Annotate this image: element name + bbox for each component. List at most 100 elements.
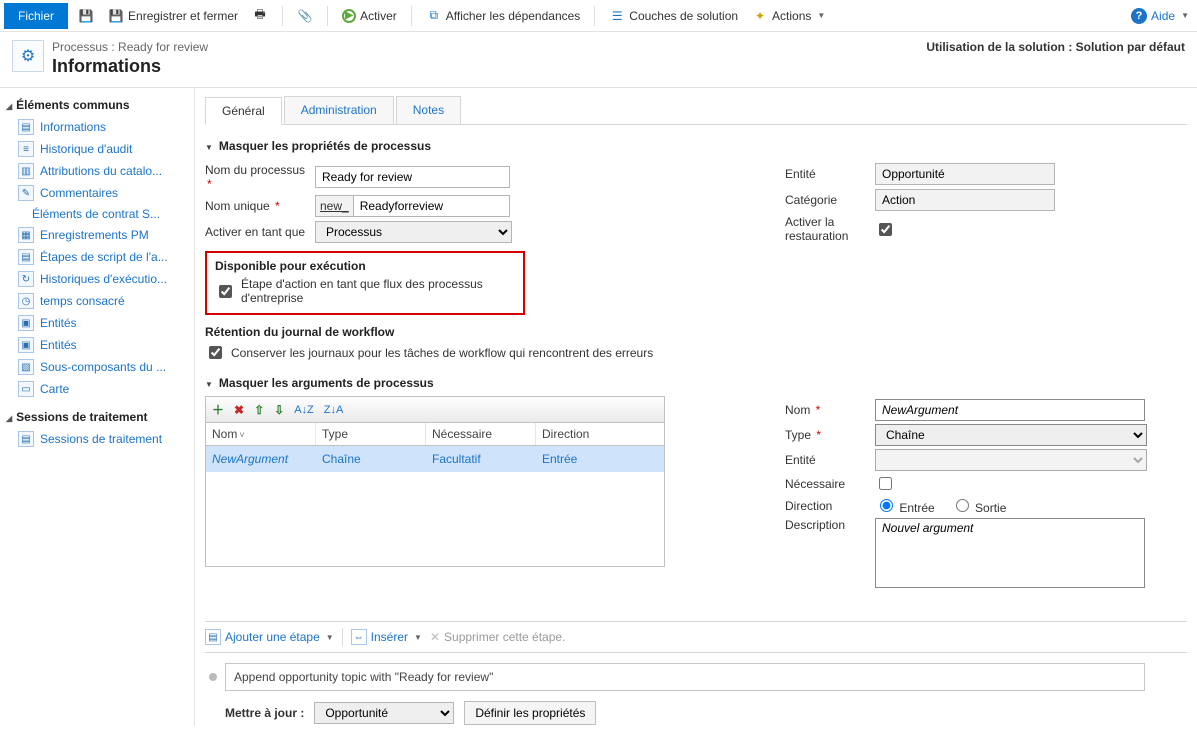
- restore-checkbox[interactable]: [879, 223, 892, 236]
- update-select[interactable]: Opportunité: [314, 702, 454, 724]
- args-col-name[interactable]: Nom: [206, 423, 316, 445]
- chevron-down-icon: ▼: [414, 633, 422, 642]
- arg-up-button[interactable]: ⇧: [254, 403, 264, 417]
- tab-bar: Général Administration Notes: [205, 96, 1187, 125]
- proc-name-input[interactable]: [315, 166, 510, 188]
- action-step-checkbox-row[interactable]: Étape d'action en tant que flux des proc…: [215, 277, 515, 305]
- argprop-req-checkbox[interactable]: [879, 477, 892, 490]
- script-icon: ▤: [18, 249, 34, 265]
- add-step-icon: ▤: [205, 629, 221, 645]
- unique-name-input[interactable]: [353, 195, 510, 217]
- sidebar-item-sessions[interactable]: ▤Sessions de traitement: [4, 428, 190, 450]
- sidebar-section-common[interactable]: Éléments communs: [4, 94, 190, 116]
- attach-button[interactable]: 📎: [293, 6, 317, 26]
- sidebar-section-sessions[interactable]: Sessions de traitement: [4, 406, 190, 428]
- main-toolbar: Fichier 💾 💾Enregistrer et fermer 🖶 📎 ▶ Ac…: [0, 0, 1197, 32]
- arg-delete-button[interactable]: ✖︎: [234, 403, 244, 417]
- save-close-icon: 💾: [108, 8, 124, 24]
- page-title: Informations: [52, 56, 926, 77]
- sidebar-item-informations[interactable]: ▤Informations: [4, 116, 190, 138]
- args-table: ＋ ✖︎ ⇧ ⇩ A↓Z Z↓A Nom Type Nécessaire Dir…: [205, 396, 665, 567]
- history-icon: ↻: [18, 271, 34, 287]
- tab-general[interactable]: Général: [205, 97, 282, 125]
- chevron-down-icon: ▼: [1181, 11, 1189, 20]
- help-button[interactable]: ?Aide▼: [1127, 6, 1193, 26]
- layers-button[interactable]: ☰ Couches de solution: [605, 6, 742, 26]
- sidebar-item-entities-1[interactable]: ▣Entités: [4, 312, 190, 334]
- session-icon: ▤: [18, 431, 34, 447]
- layers-label: Couches de solution: [629, 9, 738, 23]
- args-toolbar: ＋ ✖︎ ⇧ ⇩ A↓Z Z↓A: [206, 397, 664, 423]
- retain-checkbox[interactable]: [209, 346, 222, 359]
- arg-down-button[interactable]: ⇩: [274, 403, 284, 417]
- sidebar-item-subcomp[interactable]: ▧Sous-composants du ...: [4, 356, 190, 378]
- step-description[interactable]: Append opportunity topic with "Ready for…: [225, 663, 1145, 691]
- restore-label: Activer larestauration: [785, 215, 875, 243]
- add-step-button[interactable]: ▤Ajouter une étape▼: [205, 629, 334, 645]
- step-toolbar: ▤Ajouter une étape▼ ⇔Insérer▼ ✕Supprimer…: [205, 621, 1187, 653]
- actions-menu[interactable]: ✦Actions▼: [748, 6, 829, 26]
- retain-checkbox-row[interactable]: Conserver les journaux pour les tâches d…: [205, 343, 745, 362]
- arg-sort-asc-button[interactable]: A↓Z: [294, 404, 314, 416]
- page-header: ⚙ Processus : Ready for review Informati…: [0, 32, 1197, 88]
- sidebar-item-contract[interactable]: Éléments de contrat S...: [4, 204, 190, 224]
- tab-admin[interactable]: Administration: [284, 96, 394, 124]
- argprop-desc-label: Description: [785, 518, 875, 532]
- sidebar-item-card[interactable]: ▭Carte: [4, 378, 190, 400]
- arg-sort-desc-button[interactable]: Z↓A: [324, 404, 344, 416]
- argprop-dir-in[interactable]: Entrée: [875, 496, 935, 515]
- action-step-label: Étape d'action en tant que flux des proc…: [241, 277, 515, 305]
- action-step-checkbox[interactable]: [219, 285, 232, 298]
- save-close-button[interactable]: 💾Enregistrer et fermer: [104, 6, 242, 26]
- comment-icon: ✎: [18, 185, 34, 201]
- args-col-dir[interactable]: Direction: [536, 423, 664, 445]
- section-hide-args[interactable]: Masquer les arguments de processus: [205, 362, 1187, 396]
- args-col-type[interactable]: Type: [316, 423, 426, 445]
- activate-icon: ▶: [342, 9, 356, 23]
- sidebar-item-pm[interactable]: ▦Enregistrements PM: [4, 224, 190, 246]
- save-button[interactable]: 💾: [74, 6, 98, 26]
- argprop-name-input[interactable]: [875, 399, 1145, 421]
- update-label: Mettre à jour :: [225, 706, 304, 720]
- section-hide-props[interactable]: Masquer les propriétés de processus: [205, 125, 1187, 159]
- sidebar-item-entities-2[interactable]: ▣Entités: [4, 334, 190, 356]
- activate-as-select[interactable]: Processus: [315, 221, 512, 243]
- sidebar-item-audit[interactable]: ≡Historique d'audit: [4, 138, 190, 160]
- argprop-desc-input[interactable]: Nouvel argument: [875, 518, 1145, 588]
- argprop-type-select[interactable]: Chaîne: [875, 424, 1147, 446]
- insert-step-button[interactable]: ⇔Insérer▼: [351, 629, 422, 645]
- assign-icon: ▥: [18, 163, 34, 179]
- tab-notes[interactable]: Notes: [396, 96, 461, 124]
- proc-name-label: Nom du processus*: [205, 163, 315, 191]
- argprop-type-label: Type *: [785, 428, 875, 442]
- entity-icon: ▣: [18, 315, 34, 331]
- layers-icon: ☰: [609, 8, 625, 24]
- print-icon: 🖶: [252, 8, 268, 24]
- activate-button[interactable]: ▶ Activer: [338, 7, 401, 25]
- print-button[interactable]: 🖶: [248, 6, 272, 26]
- file-button[interactable]: Fichier: [4, 3, 68, 29]
- entity-label: Entité: [785, 167, 875, 181]
- sidebar-item-history[interactable]: ↻Historiques d'exécutio...: [4, 268, 190, 290]
- arg-add-button[interactable]: ＋: [212, 401, 224, 418]
- argprop-dir-out[interactable]: Sortie: [951, 496, 1007, 515]
- args-header: Nom Type Nécessaire Direction: [206, 423, 664, 446]
- delete-step-button: ✕Supprimer cette étape.: [430, 630, 565, 644]
- argprop-entity-label: Entité: [785, 453, 875, 467]
- available-execution-box: Disponible pour exécution Étape d'action…: [205, 251, 525, 315]
- sidebar-item-time[interactable]: ◷temps consacré: [4, 290, 190, 312]
- process-icon: ⚙: [12, 40, 44, 72]
- actions-label: Actions: [772, 9, 811, 23]
- insert-icon: ⇔: [351, 629, 367, 645]
- dependencies-button[interactable]: ⧉Afficher les dépendances: [422, 6, 585, 26]
- sidebar-item-script[interactable]: ▤Étapes de script de l'a...: [4, 246, 190, 268]
- help-label: Aide: [1151, 9, 1175, 23]
- doc-icon: ▤: [18, 119, 34, 135]
- sidebar-item-comments[interactable]: ✎Commentaires: [4, 182, 190, 204]
- step-bullet-icon: [209, 673, 217, 681]
- args-col-req[interactable]: Nécessaire: [426, 423, 536, 445]
- sidebar-item-catalog[interactable]: ▥Attributions du catalo...: [4, 160, 190, 182]
- activate-label: Activer: [360, 9, 397, 23]
- args-row[interactable]: NewArgument Chaîne Facultatif Entrée: [206, 446, 664, 472]
- set-properties-button[interactable]: Définir les propriétés: [464, 701, 596, 725]
